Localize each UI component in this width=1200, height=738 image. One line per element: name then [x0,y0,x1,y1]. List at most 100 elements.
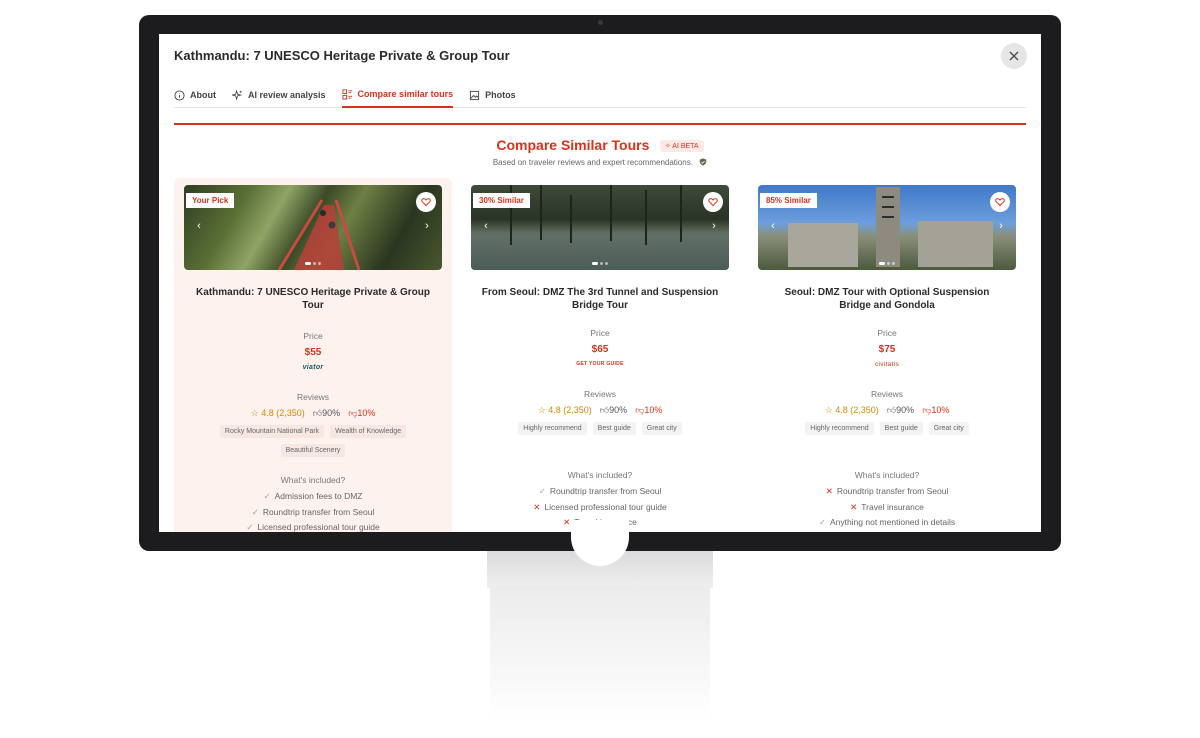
close-button[interactable] [1001,43,1027,69]
negative-share: 👎︎10% [635,405,663,415]
thumbs-up-icon: 👍︎ [886,405,897,415]
cross-icon: ✕ [563,517,571,527]
review-chips: Highly recommend Best guide Great city [748,422,1026,435]
included-block: What's included? ✓ Admission fees to DMZ … [174,475,452,532]
positive-share: 👍︎90% [599,405,628,415]
tour-photo: 85% Similar ‹ › [758,185,1016,270]
thumbs-down-icon: 👎︎ [348,408,358,418]
carousel-dots [184,262,442,265]
review-stats: ☆ 4.8 (2,350) 👍︎90% 👎︎10% [461,405,739,416]
favorite-button[interactable] [990,192,1010,212]
photos-icon [469,90,480,100]
review-chip: Great city [928,422,969,435]
positive-share: 👍︎90% [312,408,341,418]
tour-card-30-similar[interactable]: 30% Similar ‹ › From Seoul: DMZ The 3rd … [461,178,739,532]
positive-share: 👍︎90% [886,405,915,415]
price-label: Price [877,328,897,338]
info-icon [174,89,185,101]
ai-beta-badge: ✧ AI BETA [659,140,704,152]
next-photo-button[interactable]: › [994,219,1008,233]
check-icon: ✓ [538,486,546,496]
review-stats: ☆ 4.8 (2,350) 👍︎90% 👎︎10% [748,405,1026,416]
heart-icon [708,198,718,207]
tab-photos[interactable]: Photos [469,82,516,108]
tab-bar: About AI review analysis Compare similar… [174,82,1026,108]
rating: ☆ 4.8 (2,350) [537,405,592,415]
review-chip: Highly recommend [805,422,874,435]
next-photo-button[interactable]: › [420,219,434,233]
shield-check-icon [699,158,707,166]
chevron-right-icon: › [999,220,1003,232]
vendor-logo-getyourguide: GET YOUR GUIDE [576,361,624,367]
section-subtitle: Based on traveler reviews and expert rec… [159,158,1041,167]
reviews-label: Reviews [870,389,904,399]
section-heading: Compare Similar Tours ✧ AI BETA [159,137,1041,155]
included-block: What's included? ✕ Roundtrip transfer fro… [748,470,1026,531]
chevron-right-icon: › [425,220,429,232]
check-icon: ✓ [246,522,254,532]
negative-share: 👎︎10% [348,408,376,418]
chevron-left-icon: ‹ [484,220,488,232]
tour-title: From Seoul: DMZ The 3rd Tunnel and Suspe… [481,287,719,311]
review-chip: Beautiful Scenery [280,444,346,457]
review-stats: ☆ 4.8 (2,350) 👍︎90% 👎︎10% [174,408,452,419]
check-icon: ✓ [251,506,259,517]
thumbs-down-icon: 👎︎ [635,405,645,415]
tab-ai-review-analysis[interactable]: AI review analysis [232,82,326,108]
favorite-button[interactable] [416,192,436,212]
price-value: $75 [878,344,896,355]
tab-about[interactable]: About [174,82,216,108]
reviews-block: Reviews ☆ 4.8 (2,350) 👍︎90% 👎︎10% Rocky … [174,392,452,457]
camera-dot [598,20,603,25]
review-chip: Wealth of Knowledge [330,425,407,438]
next-photo-button[interactable]: › [707,219,721,233]
price-block: Price $75 civitatis [748,328,1026,368]
excluded-item: ✕Travel insurance [850,501,924,512]
tour-card-your-pick[interactable]: Your Pick ‹ › Kathmandu: 7 UNESCO Herita… [174,178,452,532]
reviews-block: Reviews ☆ 4.8 (2,350) 👍︎90% 👎︎10% Highly… [748,389,1026,435]
modal-window: Kathmandu: 7 UNESCO Heritage Private & G… [159,34,1041,532]
review-chip: Great city [641,422,682,435]
review-chips: Rocky Mountain National Park Wealth of K… [174,425,452,457]
monitor-stand-base [490,586,710,722]
included-item: ✓ Licensed professional tour guide [246,522,380,532]
similarity-tag: 85% Similar [760,193,817,208]
review-chips: Highly recommend Best guide Great city [461,422,739,435]
included-item: ✓ Roundtrip transfer from Seoul [251,506,375,517]
price-block: Price $55 viator [174,331,452,371]
heart-icon [995,198,1005,207]
price-label: Price [590,328,610,338]
prev-photo-button[interactable]: ‹ [192,219,206,233]
tab-compare-similar-tours[interactable]: Compare similar tours [341,82,454,108]
modal-title: Kathmandu: 7 UNESCO Heritage Private & G… [174,48,510,63]
excluded-item: ✕ Licensed professional tour guide [533,501,667,512]
sparkle-icon [232,89,243,101]
star-icon: ☆ [250,408,259,418]
rating: ☆ 4.8 (2,350) [824,405,879,415]
tab-label: Photos [485,90,516,100]
tab-label: AI review analysis [248,90,326,100]
thumbs-up-icon: 👍︎ [312,408,323,418]
star-icon: ☆ [537,405,546,415]
prev-photo-button[interactable]: ‹ [766,219,780,233]
carousel-dots [471,262,729,265]
included-item: ✓ Roundtrip transfer from Seoul [538,486,662,496]
section-title: Compare Similar Tours [496,137,650,153]
your-pick-tag: Your Pick [186,193,235,208]
vendor-logo-viator: viator [302,364,324,371]
rating: ☆ 4.8 (2,350) [250,408,305,418]
chevron-left-icon: ‹ [771,220,775,232]
favorite-button[interactable] [703,192,723,212]
review-chip: Best guide [592,422,636,435]
review-chip: Rocky Mountain National Park [219,425,325,438]
cross-icon: ✕ [533,501,541,512]
star-icon: ☆ [824,405,833,415]
check-icon: ✓ [263,491,271,501]
chevron-right-icon: › [712,220,716,232]
section-divider [174,123,1026,125]
vendor-logo-civitatis: civitatis [874,361,899,368]
prev-photo-button[interactable]: ‹ [479,219,493,233]
reviews-label: Reviews [583,389,617,399]
tour-card-85-similar[interactable]: 85% Similar ‹ › Seoul: DMZ Tour with Opt… [748,178,1026,532]
included-item: ✓ Anything not mentioned in details [818,517,956,527]
